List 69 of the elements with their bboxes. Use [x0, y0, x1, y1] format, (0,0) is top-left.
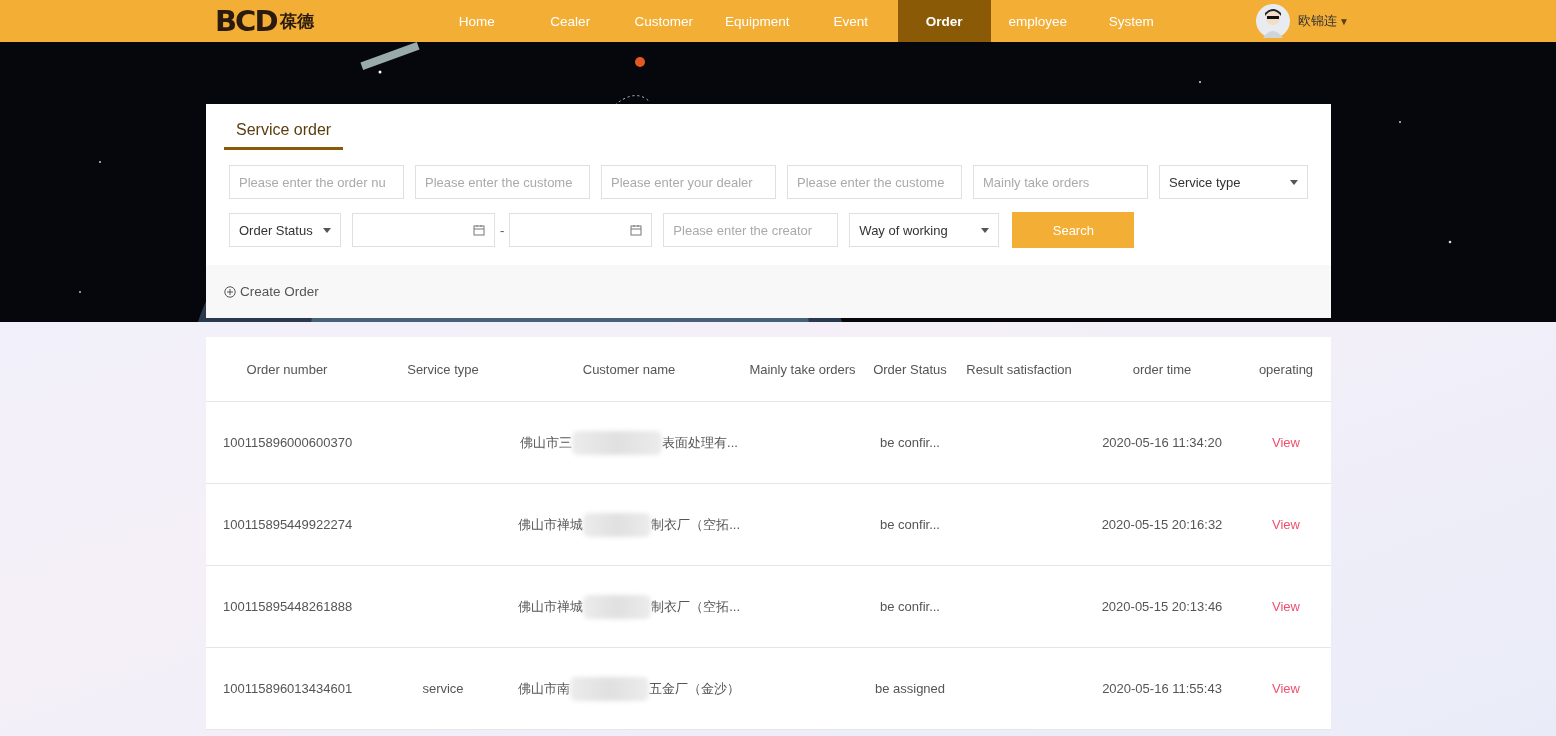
column-header: order time [1131, 361, 1193, 377]
nav-tab[interactable]: Event [804, 0, 898, 42]
column-header: operating [1257, 361, 1315, 377]
avatar-icon[interactable] [1256, 4, 1290, 38]
view-link[interactable]: View [1241, 435, 1331, 450]
dropdown-arrow-icon [981, 227, 990, 233]
table-cell: 佛山市南 [518, 679, 570, 698]
table-cell-text: service [421, 681, 465, 696]
add-circle-icon[interactable] [224, 285, 236, 298]
table-cell-text: 2020-05-15 20:16:32 [1100, 517, 1224, 532]
nav-tab[interactable]: Equipment [710, 0, 804, 42]
tab[interactable]: Service order [224, 118, 344, 150]
table-cell: 佛山市禅城 [518, 597, 583, 616]
column-header: Order number [245, 361, 329, 377]
table-cell-text: 2020-05-16 11:55:43 [1101, 681, 1223, 696]
column-header: Order Status [872, 361, 948, 377]
table-cell-text: be confir... [879, 435, 941, 450]
table-cell-text: 100115895448261888 [222, 599, 354, 614]
view-link[interactable]: View [1241, 599, 1331, 614]
calendar-icon [473, 224, 485, 236]
table-cell-text: 2020-05-15 20:13:46 [1100, 599, 1224, 614]
view-link[interactable]: View [1241, 681, 1331, 696]
dropdown[interactable]: Way of working [849, 213, 1000, 247]
table-cell-text: 100115896013434601 [222, 681, 354, 696]
table-cell: 佛山市三 [520, 433, 573, 452]
nav-tab[interactable]: employee [991, 0, 1085, 42]
table-cell-text: be confir... [879, 517, 941, 532]
dropdown-arrow-icon [1290, 179, 1298, 185]
table-cell: 制衣厂（空拓... [651, 515, 740, 534]
range-separator: - [500, 222, 505, 238]
calendar-icon [630, 224, 643, 236]
column-header: Mainly take orders [748, 361, 857, 377]
table-cell: 五金厂（金沙） [649, 679, 740, 698]
table-cell-text: 100115896000600370 [222, 435, 354, 450]
nav-tab[interactable]: Customer [617, 0, 711, 42]
view-link[interactable]: View [1241, 517, 1331, 532]
redaction-blur [583, 594, 652, 619]
table-cell: 表面处理有... [662, 433, 738, 452]
search-field[interactable]: Please enter the creator [663, 213, 839, 247]
column-header: Customer name [581, 361, 677, 377]
date-field[interactable] [509, 213, 653, 247]
search-field[interactable]: Please enter the order nu [229, 165, 404, 199]
create-order-link[interactable]: Create Order [240, 284, 319, 299]
table-cell: 佛山市禅城 [518, 515, 583, 534]
dropdown-arrow-icon [323, 227, 331, 233]
nav-tab[interactable]: Home [430, 0, 524, 42]
table-cell: 制衣厂（空拓... [651, 597, 740, 616]
redaction-blur [583, 512, 652, 537]
logo-mark: BCD [215, 4, 277, 38]
logo-text: 葆德 [280, 9, 315, 33]
table-cell-text: be confir... [879, 599, 941, 614]
table-cell-text: 100115895449922274 [222, 517, 354, 532]
search-field[interactable]: Please enter the custome [415, 165, 590, 199]
dropdown[interactable]: Service type [1159, 165, 1308, 199]
column-header: Result satisfaction [965, 361, 1073, 377]
column-header: Service type [406, 361, 480, 377]
search-field[interactable]: Please enter your dealer [601, 165, 776, 199]
search-field[interactable]: Mainly take orders [973, 165, 1148, 199]
dropdown[interactable]: Order Status [229, 213, 341, 247]
nav-tab[interactable]: Order [897, 0, 991, 42]
nav-tab[interactable]: Cealer [523, 0, 617, 42]
table-cell-text: be assigned [873, 681, 947, 696]
user-name[interactable]: 欧锦连 [1298, 12, 1337, 30]
search-button[interactable]: Search [1012, 212, 1135, 248]
search-field[interactable]: Please enter the custome [787, 165, 962, 199]
date-field[interactable] [352, 213, 495, 247]
nav-tab[interactable]: System [1084, 0, 1178, 42]
caret-icon[interactable]: ▼ [1339, 15, 1349, 27]
table-cell-text: 2020-05-16 11:34:20 [1101, 435, 1223, 450]
